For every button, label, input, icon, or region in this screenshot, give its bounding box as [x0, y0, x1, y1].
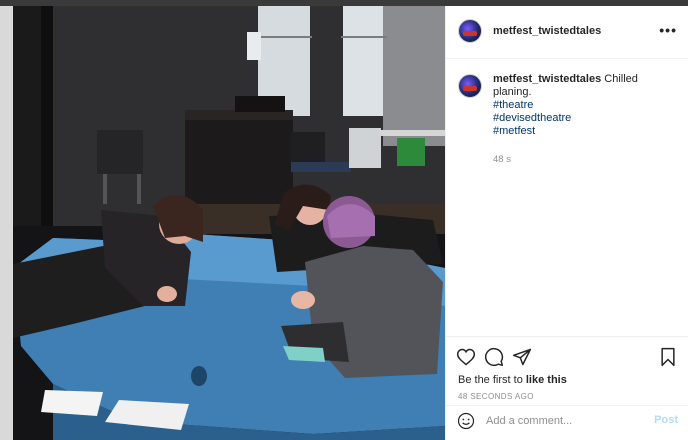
- comment-bar: Post: [446, 405, 688, 438]
- likes-text: Be the first to like this: [458, 374, 567, 386]
- instagram-post: metfest_twistedtales ••• metfest_twisted…: [12, 6, 688, 440]
- heart-icon[interactable]: [456, 347, 476, 367]
- like-this-link[interactable]: like this: [526, 374, 567, 386]
- caption-age: 48 s: [493, 154, 511, 165]
- post-comment-button[interactable]: Post: [654, 414, 678, 426]
- post-photo: [13, 6, 445, 440]
- post-header: metfest_twistedtales •••: [446, 6, 688, 59]
- post-sidebar: metfest_twistedtales ••• metfest_twisted…: [445, 6, 688, 440]
- comment-input[interactable]: [486, 413, 636, 429]
- hashtag-theatre[interactable]: #theatre: [493, 99, 678, 112]
- more-options-icon[interactable]: •••: [659, 22, 677, 38]
- share-icon[interactable]: [512, 347, 532, 367]
- header-username[interactable]: metfest_twistedtales: [493, 25, 601, 37]
- bookmark-icon[interactable]: [658, 347, 678, 367]
- hashtag-devisedtheatre[interactable]: #devisedtheatre: [493, 112, 678, 125]
- caption-avatar[interactable]: [458, 74, 482, 98]
- rehearsal-room-photo: [13, 6, 445, 440]
- likes-prefix: Be the first to: [458, 374, 526, 386]
- post-timestamp: 48 SECONDS AGO: [458, 392, 534, 401]
- post-actions: Be the first to like this 48 SECONDS AGO…: [446, 336, 688, 437]
- hashtag-metfest[interactable]: #metfest: [493, 125, 678, 138]
- caption-text: metfest_twistedtales Chilled planing. #t…: [493, 73, 678, 138]
- profile-avatar[interactable]: [458, 19, 482, 43]
- caption-username[interactable]: metfest_twistedtales: [493, 73, 601, 85]
- smile-icon[interactable]: [457, 412, 475, 430]
- comment-icon[interactable]: [484, 347, 504, 367]
